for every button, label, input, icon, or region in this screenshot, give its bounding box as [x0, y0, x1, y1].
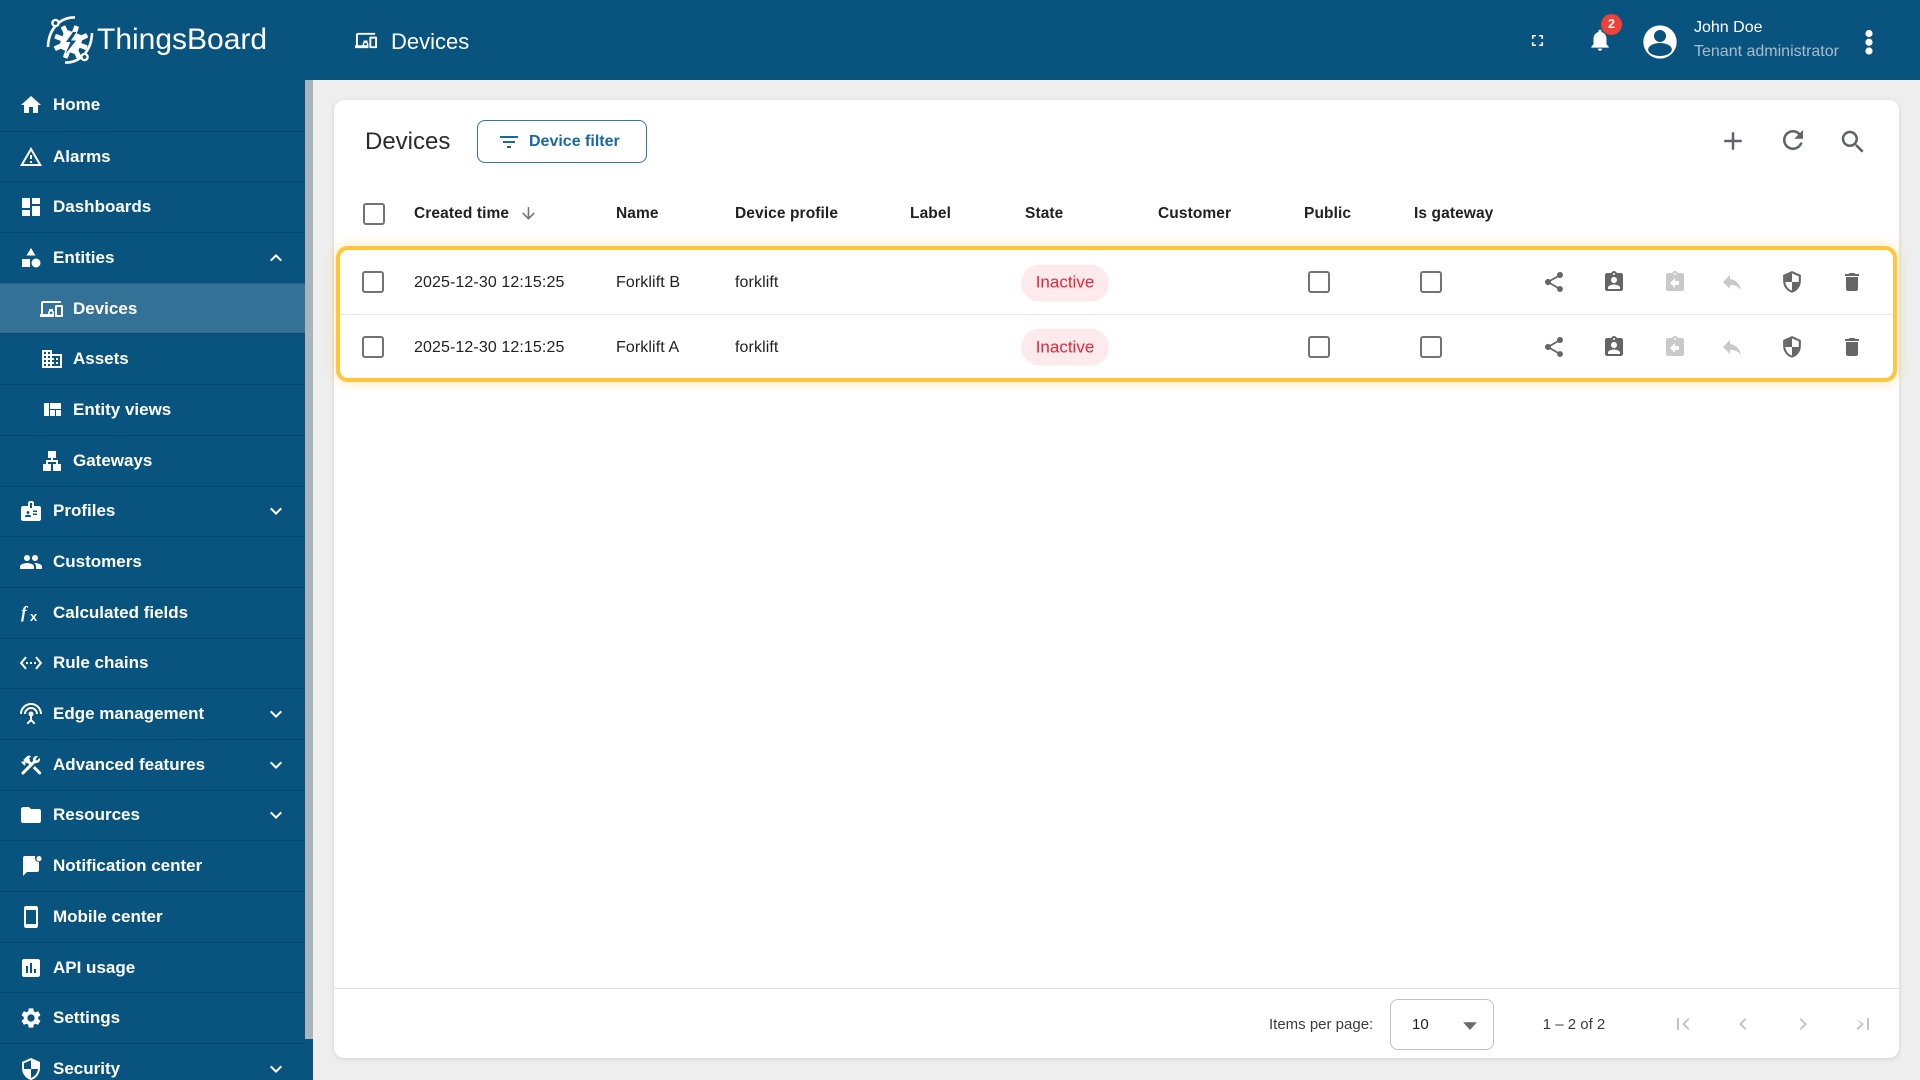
svg-text:x: x	[30, 609, 38, 624]
svg-text:f: f	[21, 603, 29, 622]
